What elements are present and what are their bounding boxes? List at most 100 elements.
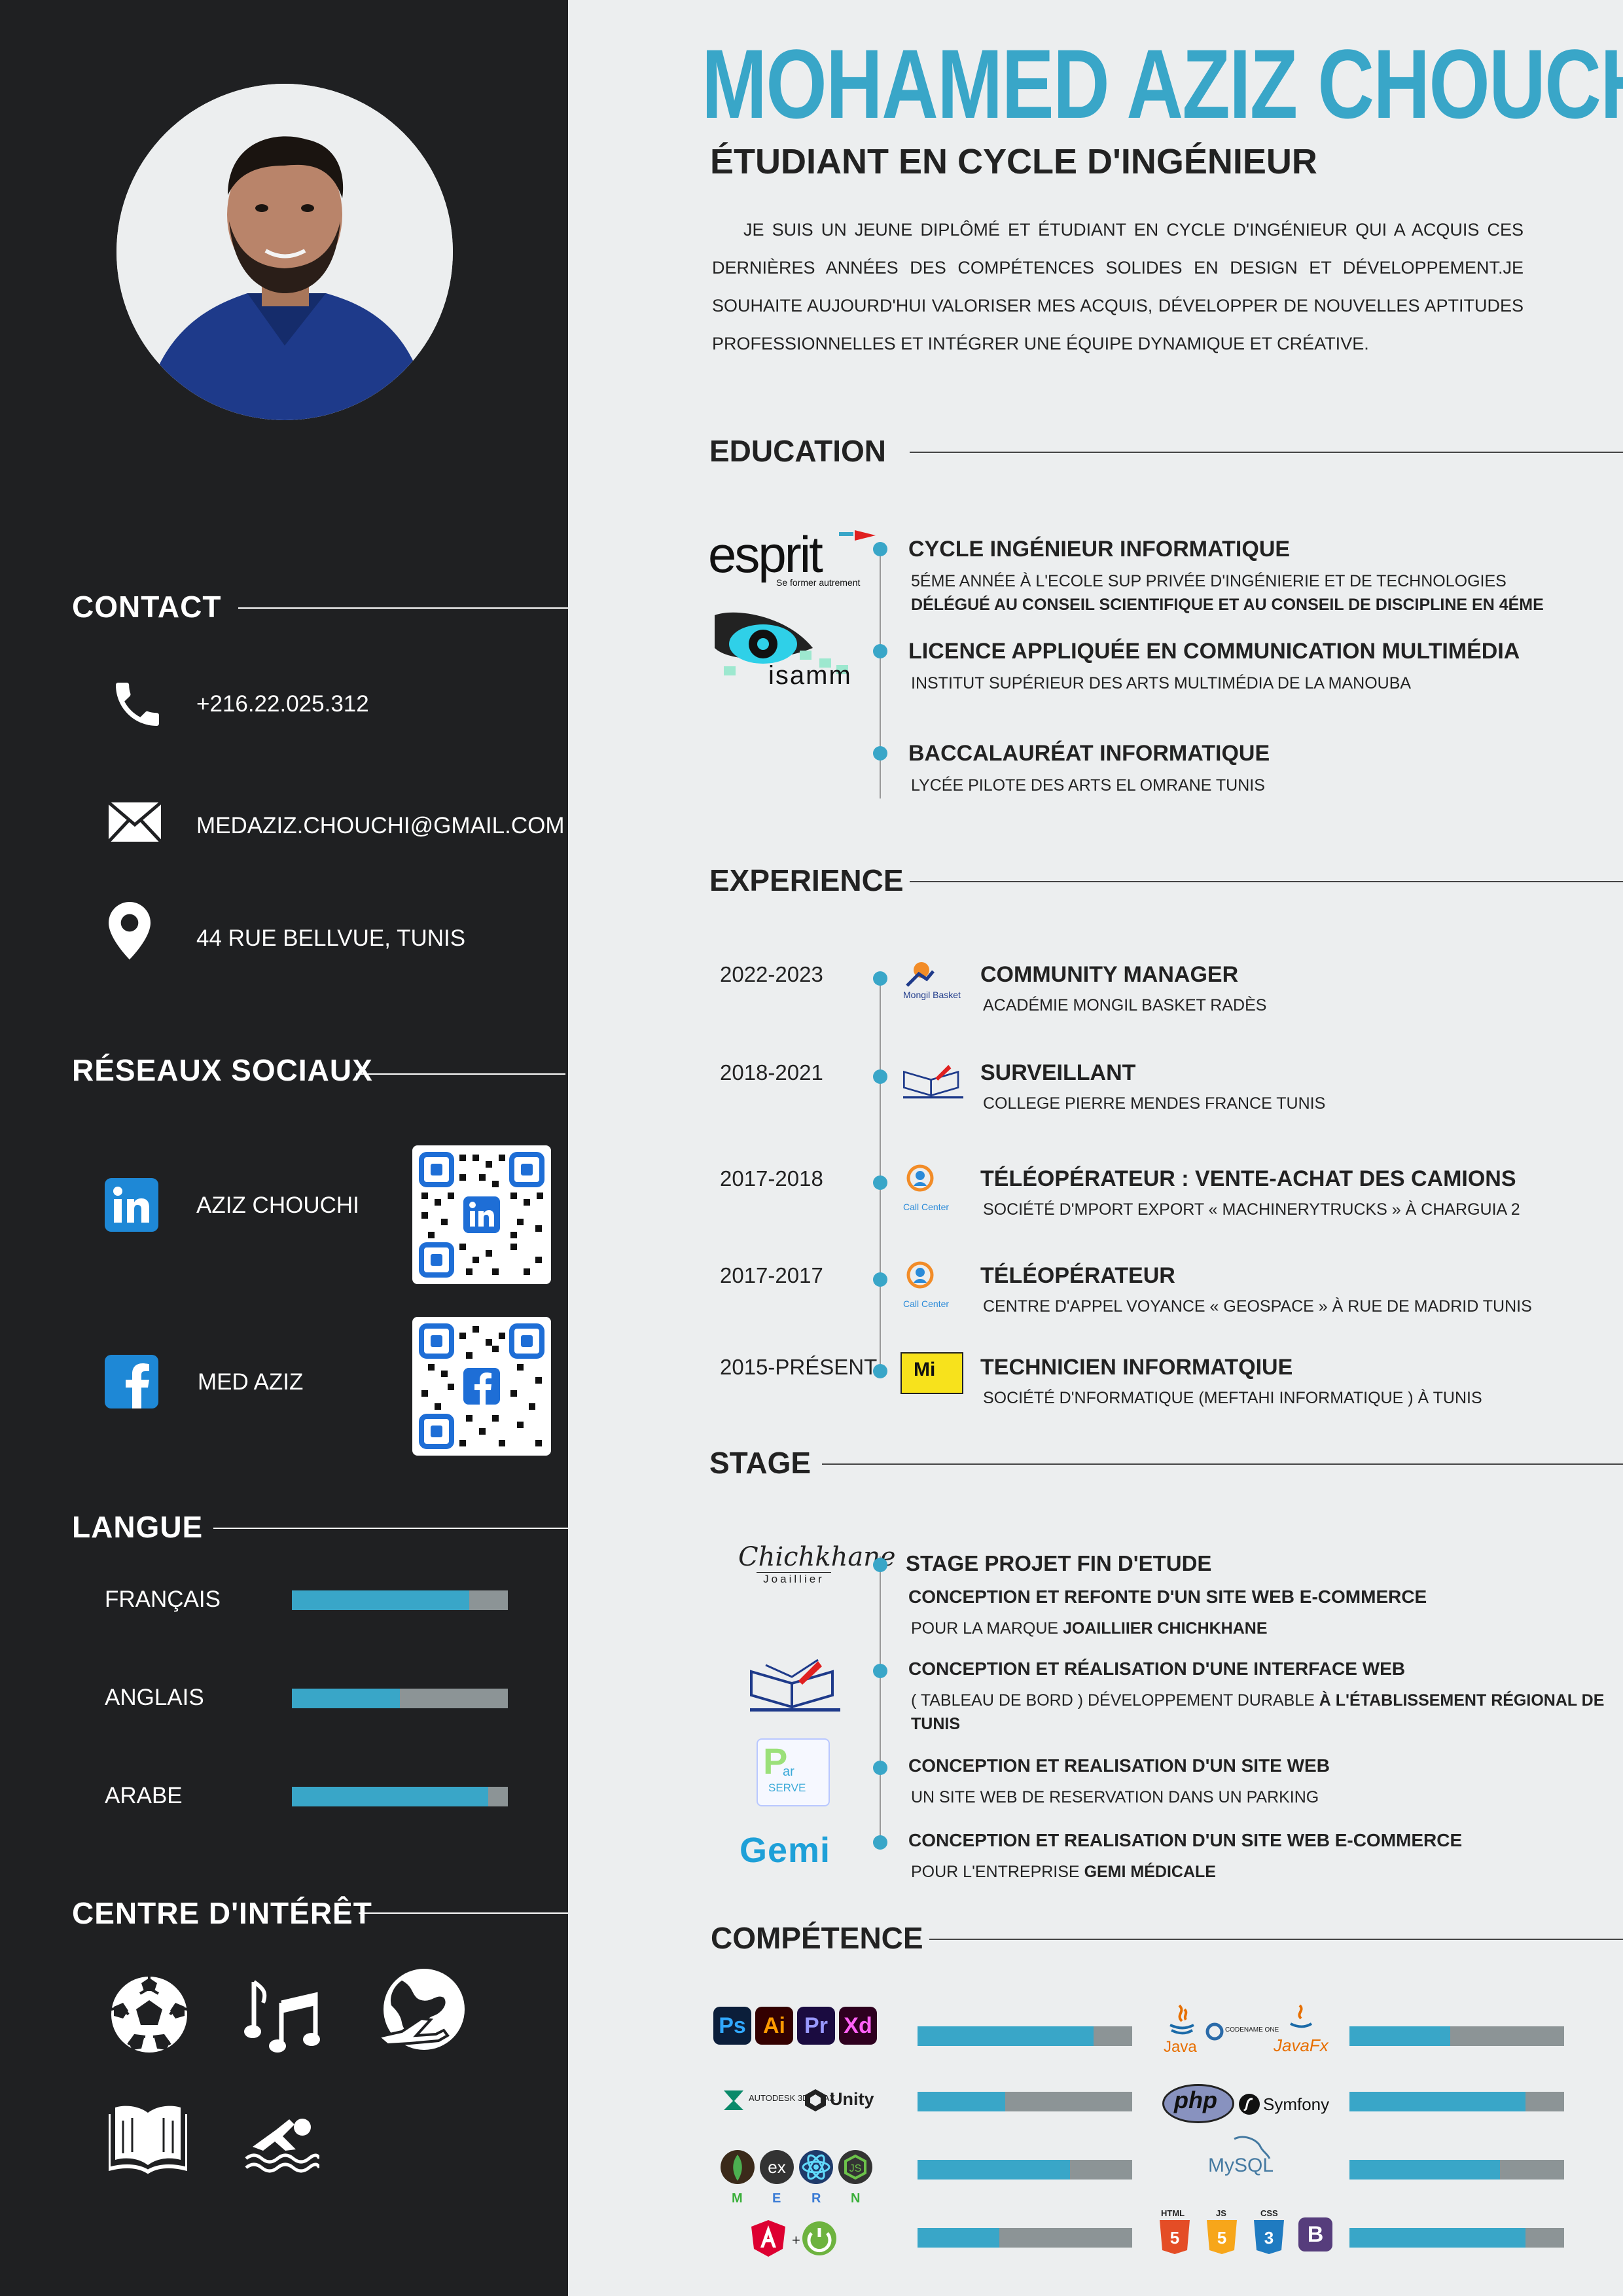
linkedin-icon[interactable] [105, 1178, 158, 1235]
experience-years: 2018-2021 [720, 1060, 823, 1085]
mail-icon [107, 801, 162, 846]
esprit-logo: esprit Se former autrement [708, 529, 876, 588]
experience-heading: EXPERIENCE [709, 863, 904, 897]
svg-text:ex: ex [768, 2157, 785, 2177]
gemi-logo: Gemi [740, 1831, 831, 1870]
skills-heading: COMPÉTENCE [711, 1921, 923, 1955]
education-detail: 5ÉME ANNÉE À L'ECOLE SUP PRIVÉE D'INGÉNI… [911, 572, 1507, 590]
php-symfony-logos: php Symfony [1162, 2084, 1332, 2123]
timeline-dot [873, 1069, 887, 1084]
language-level-bar [292, 1787, 508, 1806]
language-label: FRANÇAIS [105, 1587, 221, 1612]
profile-summary: JE SUIS UN JEUNE DIPLÔMÉ ET ÉTUDIANT EN … [712, 220, 1524, 353]
timeline-dot [873, 746, 887, 761]
travel-icon [375, 1967, 469, 2060]
timeline-dot [873, 1175, 887, 1190]
experience-years: 2022-2023 [720, 962, 823, 986]
language-level-fill [292, 1689, 400, 1708]
sidebar: CONTACT +216.22.025.312 MEDAZIZ.CHOUCHI@… [0, 0, 568, 2296]
timeline-dot [873, 1761, 887, 1775]
swimming-icon [243, 2110, 321, 2176]
experience-timeline [880, 974, 881, 1369]
skill-level-bar [1349, 2092, 1564, 2111]
svg-text:+: + [792, 2232, 800, 2248]
education-title: LICENCE APPLIQUÉE EN COMMUNICATION MULTI… [908, 639, 1520, 664]
interests-heading: CENTRE D'INTÉRÊT [72, 1896, 372, 1930]
stage-detail-text: POUR L'ENTREPRISE [911, 1863, 1084, 1881]
skill-level-bar [918, 2160, 1132, 2179]
divider [822, 1463, 1623, 1465]
facebook-name[interactable]: MED AZIZ [198, 1369, 303, 1395]
skill-level-bar [918, 2092, 1132, 2111]
timeline-dot [873, 1558, 887, 1572]
linkedin-qr-code[interactable] [412, 1145, 551, 1284]
experience-years: 2017-2017 [720, 1263, 823, 1287]
svg-text:5: 5 [1170, 2228, 1179, 2248]
skill-level-fill [1349, 2228, 1525, 2248]
divider [356, 1073, 565, 1075]
stage-project: CONCEPTION ET REFONTE D'UN SITE WEB E-CO… [908, 1587, 1427, 1607]
stage-project: CONCEPTION ET RÉALISATION D'UNE INTERFAC… [908, 1659, 1406, 1679]
stage-project: CONCEPTION ET REALISATION D'UN SITE WEB … [908, 1830, 1463, 1850]
stage-detail-bold: GEMI MÉDICALE [1084, 1863, 1216, 1881]
divider [238, 607, 568, 609]
experience-logo: Mongil Basket [901, 960, 963, 1014]
angular-spring-logos: + [750, 2219, 842, 2261]
education-detail: INSTITUT SUPÉRIEUR DES ARTS MULTIMÉDIA D… [911, 674, 1412, 692]
stage-detail-bold: JOAILLIIER CHICHKHANE [1063, 1619, 1268, 1638]
language-label: ARABE [105, 1783, 183, 1808]
phone-icon [109, 675, 166, 736]
timeline-dot [873, 542, 887, 556]
skill-level-fill [918, 2092, 1006, 2111]
skill-level-fill [918, 2228, 999, 2248]
timeline-dot [873, 1364, 887, 1378]
experience-company: SOCIÉTÉ D'MPORT EXPORT « MACHINERYTRUCKS… [983, 1200, 1520, 1219]
timeline-dot [873, 1272, 887, 1287]
education-title: CYCLE INGÉNIEUR INFORMATIQUE [908, 537, 1291, 562]
timeline-dot [873, 971, 887, 986]
experience-logo-text: Mongil Basket [903, 990, 961, 1000]
experience-logo: Mi [901, 1352, 963, 1407]
contact-heading: CONTACT [72, 590, 222, 624]
divider [910, 881, 1623, 882]
experience-title: TECHNICIEN INFORMATQIUE [980, 1355, 1293, 1380]
experience-logo: Call Center [901, 1261, 963, 1316]
experience-company: CENTRE D'APPEL VOYANCE « GEOSPACE » À RU… [983, 1297, 1532, 1316]
skill-level-bar [918, 2228, 1132, 2248]
mern-logos: ex JS M E R N [720, 2149, 883, 2221]
location-pin-icon [109, 902, 151, 963]
contact-address: 44 RUE BELLVUE, TUNIS [196, 925, 466, 951]
stage-detail-bold: TUNIS [911, 1715, 960, 1733]
language-label: ANGLAIS [105, 1685, 204, 1710]
experience-company: ACADÉMIE MONGIL BASKET RADÈS [983, 996, 1267, 1014]
language-level-bar [292, 1689, 508, 1708]
contact-phone[interactable]: +216.22.025.312 [196, 691, 369, 717]
linkedin-name[interactable]: AZIZ CHOUCHI [196, 1193, 359, 1219]
skill-level-bar [1349, 2026, 1564, 2046]
language-heading: LANGUE [72, 1510, 204, 1544]
stage-detail-text: POUR LA MARQUE [911, 1619, 1063, 1638]
profile-photo [116, 84, 453, 420]
job-title: ÉTUDIANT EN CYCLE D'INGÉNIEUR [710, 142, 1317, 181]
skill-level-fill [918, 2160, 1070, 2179]
skill-level-fill [1349, 2092, 1525, 2111]
language-level-fill [292, 1590, 469, 1610]
experience-title: TÉLÉOPÉRATEUR [980, 1263, 1175, 1288]
mysql-logo: MySQL [1208, 2134, 1293, 2186]
timeline-dot [873, 644, 887, 658]
experience-logo: Call Center [901, 1164, 963, 1219]
skill-level-bar [918, 2026, 1132, 2046]
stage-detail: POUR L'ENTREPRISE GEMI MÉDICALE [911, 1863, 1216, 1882]
experience-company: SOCIÉTÉ D'NFORMATIQUE (MEFTAHI INFORMATI… [983, 1389, 1482, 1407]
stage-timeline [880, 1556, 881, 1844]
experience-years: 2015-PRÉSENT [720, 1355, 878, 1379]
skill-level-bar [1349, 2228, 1564, 2248]
facebook-qr-code[interactable] [412, 1317, 551, 1456]
education-title: BACCALAURÉAT INFORMATIQUE [908, 741, 1270, 766]
education-detail: LYCÉE PILOTE DES ARTS EL OMRANE TUNIS [911, 776, 1265, 795]
skill-level-bar [1349, 2160, 1564, 2179]
contact-email[interactable]: MEDAZIZ.CHOUCHI@GMAIL.COM [196, 813, 564, 839]
skill-level-fill [918, 2026, 1094, 2046]
experience-title: TÉLÉOPÉRATEUR : VENTE-ACHAT DES CAMIONS [980, 1166, 1516, 1191]
facebook-icon[interactable] [105, 1355, 158, 1412]
